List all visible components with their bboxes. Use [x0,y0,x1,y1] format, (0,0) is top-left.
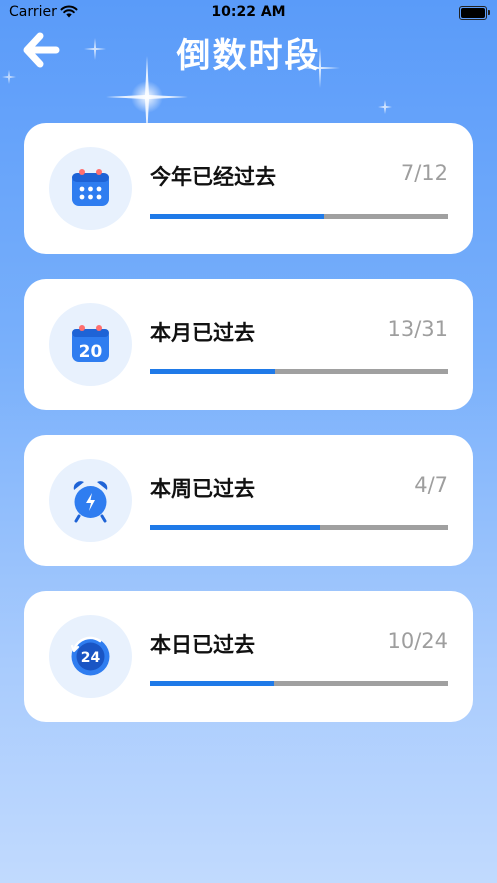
calendar-grid-icon [72,169,109,206]
calendar-date-icon: 20 [72,325,109,362]
card-label: 本周已过去 [150,477,255,501]
progress-card-month[interactable]: 20 本月已过去 13/31 [24,279,473,410]
card-count: 13/31 [387,317,448,341]
24-hour-clock-icon: 24 [70,636,110,676]
progress-track [150,525,448,530]
progress-track [150,214,448,219]
progress-fill [150,214,324,219]
icon-badge [49,459,132,542]
card-label: 今年已经过去 [150,165,276,189]
card-label: 本日已过去 [150,633,255,657]
status-bar: Carrier 10:22 AM [0,0,497,26]
card-count: 10/24 [387,629,448,653]
progress-fill [150,681,275,686]
card-label: 本月已过去 [150,321,255,345]
progress-card-year[interactable]: 今年已经过去 7/12 [24,123,473,254]
progress-track [150,681,448,686]
progress-card-day[interactable]: 24 本日已过去 10/24 [24,591,473,722]
progress-track [150,369,448,374]
status-time: 10:22 AM [211,4,286,20]
card-count: 7/12 [400,161,448,185]
card-count: 4/7 [414,473,448,497]
clock-hours-text: 24 [81,650,101,666]
alarm-clock-icon [73,481,108,523]
progress-fill [150,525,321,530]
icon-badge: 20 [49,303,132,386]
calendar-date-text: 20 [79,342,103,362]
page-title: 倒数时段 [176,36,321,76]
icon-badge [49,147,132,230]
icon-badge: 24 [49,615,132,698]
sparkle-decoration [378,100,392,114]
progress-fill [150,369,275,374]
progress-card-week[interactable]: 本周已过去 4/7 [24,435,473,566]
battery-icon [459,6,490,20]
